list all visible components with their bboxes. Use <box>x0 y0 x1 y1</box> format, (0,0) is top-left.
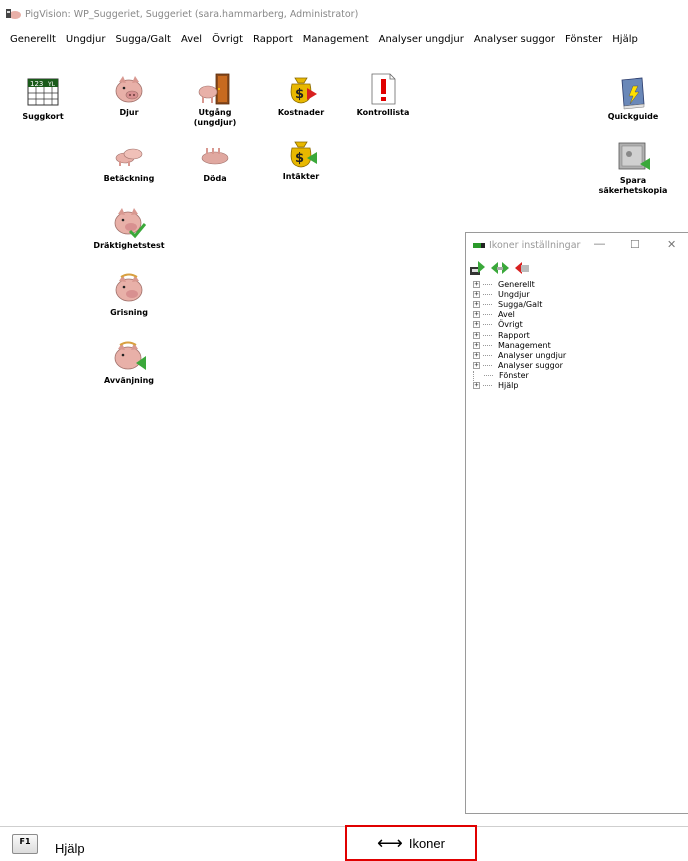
title-bar: PigVision: WP_Suggeriet, Suggeriet (sara… <box>0 0 688 28</box>
help-label[interactable]: Hjälp <box>55 841 85 856</box>
icon-label: Utgång (ungdjur) <box>193 108 237 127</box>
toolbar-buttons <box>470 261 529 275</box>
card-code: YL <box>47 81 56 88</box>
icon-label: Avvänjning <box>103 376 155 385</box>
minimize-icon[interactable]: — <box>594 238 605 250</box>
expand-icon[interactable]: + <box>473 290 480 298</box>
f1-key-icon[interactable]: F1 <box>12 834 38 854</box>
tree-item-management[interactable]: + Management <box>473 340 688 350</box>
menu-ovrigt[interactable]: Övrigt <box>207 33 248 46</box>
pig-check-icon <box>114 208 146 239</box>
money-bag-out-icon: $ <box>290 77 317 104</box>
icon-label: Intäkter <box>282 172 320 181</box>
tree-item-avel[interactable]: + Avel <box>473 310 688 320</box>
save-icon[interactable] <box>470 261 485 275</box>
svg-text:$: $ <box>295 87 304 102</box>
tree-item-generellt[interactable]: + Generellt <box>473 279 688 289</box>
tree-item-hjalp[interactable]: + Hjälp <box>473 381 688 391</box>
expand-icon[interactable]: + <box>473 300 480 308</box>
icon-label: Djur <box>119 108 139 117</box>
icon-settings-tree: + Generellt + Ungdjur + Sugga/Galt + Avel + Ö… <box>466 279 688 391</box>
ikoner-toggle[interactable]: ⟷ Ikoner <box>345 825 477 861</box>
tree-item-ungdjur[interactable]: + Ungdjur <box>473 289 688 299</box>
window-title: PigVision: WP_Suggeriet, Suggeriet (sara… <box>25 8 359 20</box>
tree-item-rapport[interactable]: + Rapport <box>473 330 688 340</box>
window-title: Ikoner inställningar <box>489 239 581 251</box>
alert-document-icon <box>371 73 396 105</box>
exit-door-pig-icon <box>198 73 230 105</box>
card-number: 123 <box>30 80 43 88</box>
icon-betackning[interactable]: Betäckning <box>86 138 172 184</box>
pig-farrowing-icon <box>115 273 143 302</box>
tree-item-sugga-galt[interactable]: + Sugga/Galt <box>473 299 688 309</box>
expand-icon[interactable]: + <box>473 382 480 390</box>
menu-hjalp[interactable]: Hjälp <box>607 33 643 46</box>
ikoner-label: Ikoner <box>408 835 445 851</box>
icon-kontrollista[interactable]: Kontrollista <box>340 72 426 118</box>
menu-ungdjur[interactable]: Ungdjur <box>61 33 111 46</box>
expand-icon[interactable]: + <box>473 362 480 370</box>
expand-icon[interactable]: + <box>473 331 480 339</box>
move-left-right-icon[interactable] <box>491 262 509 274</box>
mating-pigs-icon <box>115 148 143 166</box>
icon-doda[interactable]: Döda <box>172 138 258 184</box>
icon-draktighetstest[interactable]: Dräktighetstest <box>86 205 172 251</box>
menu-bar: Generellt Ungdjur Sugga/Galt Avel Övrigt… <box>0 30 688 48</box>
menu-fonster[interactable]: Fönster <box>560 33 607 46</box>
icon-label: Dräktighetstest <box>93 241 165 250</box>
double-arrow-icon: ⟷ <box>377 832 403 854</box>
icon-label: Kontrollista <box>356 108 410 117</box>
pig-weaning-icon <box>114 341 146 370</box>
maximize-icon[interactable]: ☐ <box>630 238 640 251</box>
expand-icon[interactable]: + <box>473 311 480 319</box>
icon-kostnader[interactable]: $ Kostnader <box>258 72 344 118</box>
expand-icon[interactable]: + <box>473 341 480 349</box>
tree-item-analyser-ungdjur[interactable]: + Analyser ungdjur <box>473 350 688 360</box>
dead-pig-icon <box>201 148 229 165</box>
expand-icon[interactable]: + <box>473 321 480 329</box>
menu-management[interactable]: Management <box>298 33 374 46</box>
icon-suggkort[interactable]: 123 YL Suggkort <box>0 76 86 122</box>
icon-spara-sakerhetskopia[interactable]: Spara säkerhetskopia <box>590 140 676 196</box>
icon-label: Suggkort <box>22 112 64 121</box>
menu-sugga-galt[interactable]: Sugga/Galt <box>111 33 176 46</box>
icon-utgang[interactable]: Utgång (ungdjur) <box>172 72 258 128</box>
menu-analyser-ungdjur[interactable]: Analyser ungdjur <box>374 33 469 46</box>
menu-analyser-suggor[interactable]: Analyser suggor <box>469 33 560 46</box>
sow-card-icon: 123 YL <box>27 78 59 106</box>
window-app-icon <box>473 242 485 248</box>
money-bag-in-icon: $ <box>290 141 317 168</box>
pig-head-icon <box>115 76 143 103</box>
expand-icon[interactable]: + <box>473 280 480 288</box>
icon-label: Döda <box>203 174 227 183</box>
icon-label: Betäckning <box>103 174 155 183</box>
status-bar: F1 Hjälp ⟷ Ikoner <box>0 825 688 861</box>
menu-avel[interactable]: Avel <box>176 33 207 46</box>
icon-djur[interactable]: Djur <box>86 72 172 118</box>
icon-label: Grisning <box>110 308 148 317</box>
icon-label: Spara säkerhetskopia <box>598 176 668 195</box>
icon-label: Kostnader <box>277 108 325 117</box>
window-toolbar <box>466 257 688 279</box>
menu-rapport[interactable]: Rapport <box>248 33 298 46</box>
safe-backup-icon <box>618 142 650 170</box>
quickguide-book-icon <box>621 77 645 110</box>
icon-label: Quickguide <box>607 112 659 121</box>
svg-text:$: $ <box>295 151 304 166</box>
menu-generellt[interactable]: Generellt <box>5 33 61 46</box>
icon-quickguide[interactable]: Quickguide <box>590 76 676 122</box>
icon-grisning[interactable]: Grisning <box>86 272 172 318</box>
pigvision-logo-icon <box>6 8 22 20</box>
close-icon[interactable]: ✕ <box>667 238 676 251</box>
tree-item-analyser-suggor[interactable]: + Analyser suggor <box>473 361 688 371</box>
icon-intakter[interactable]: $ Intäkter <box>258 136 344 182</box>
icon-avvanjning[interactable]: Avvänjning <box>86 340 172 386</box>
tree-item-fonster[interactable]: Fönster <box>473 370 688 381</box>
tree-item-ovrigt[interactable]: + Övrigt <box>473 320 688 330</box>
ikoner-installningar-window: Ikoner inställningar — ☐ ✕ + Generellt + U… <box>465 232 688 814</box>
window-title-bar[interactable]: Ikoner inställningar — ☐ ✕ <box>466 233 688 257</box>
expand-icon[interactable]: + <box>473 351 480 359</box>
remove-icon[interactable] <box>515 262 529 274</box>
